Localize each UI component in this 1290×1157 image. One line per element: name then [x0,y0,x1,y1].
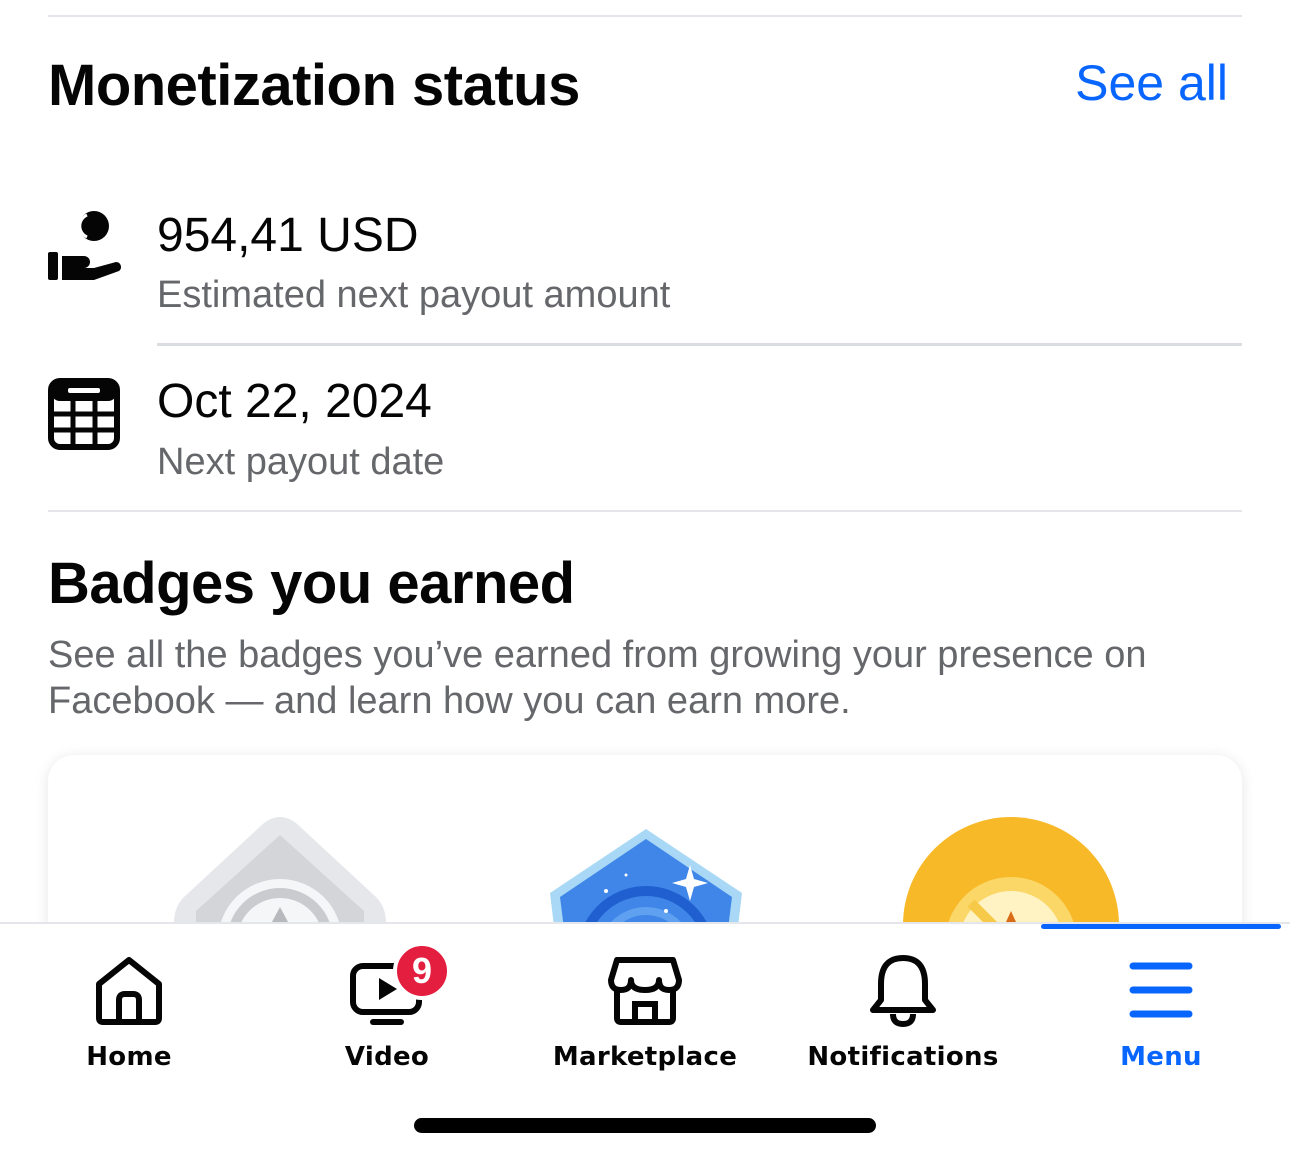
badges-description: See all the badges you’ve earned from gr… [48,634,1147,722]
section-divider [48,510,1242,512]
nav-label-notifications: Notifications [807,1042,999,1072]
payout-date: Oct 22, 2024 [157,375,432,428]
nav-label-marketplace: Marketplace [552,1042,738,1072]
nav-video[interactable]: 9 Video [258,924,516,1084]
nav-label-video: Video [344,1042,430,1072]
nav-notifications[interactable]: Notifications [774,924,1032,1084]
home-icon [91,952,167,1028]
nav-menu[interactable]: Menu [1032,924,1290,1084]
monetization-title: Monetization status [48,53,580,118]
bell-icon [865,952,941,1028]
payout-amount-label: Estimated next payout amount [157,274,671,316]
badges-title: Badges you earned [48,551,575,616]
top-divider [48,15,1242,17]
marketplace-icon [607,952,683,1028]
payout-date-label: Next payout date [157,441,445,483]
hand-coin-icon [46,206,122,282]
nav-label-home: Home [86,1042,172,1072]
video-notification-badge: 9 [393,942,451,1000]
payout-amount: 954,41 USD [157,209,419,262]
calendar-icon [46,376,122,452]
nav-marketplace[interactable]: Marketplace [516,924,774,1084]
nav-home[interactable]: Home [0,924,258,1084]
nav-label-menu: Menu [1120,1042,1202,1072]
home-indicator[interactable] [414,1118,876,1133]
menu-icon [1123,952,1199,1028]
see-all-link[interactable]: See all [1075,54,1228,112]
row-divider [157,343,1242,346]
